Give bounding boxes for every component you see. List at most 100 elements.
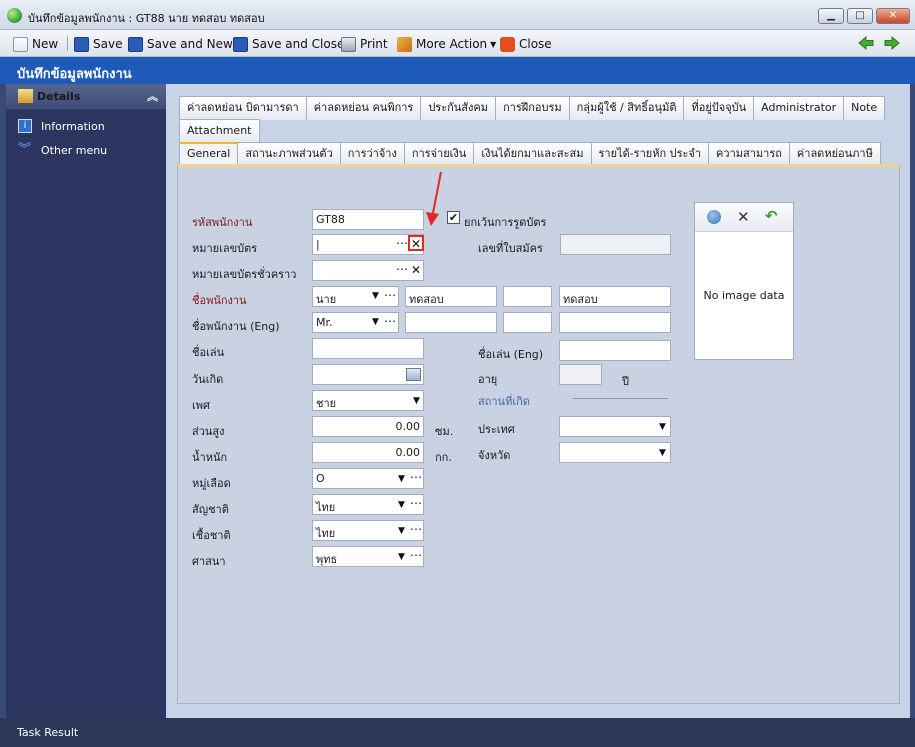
gender-select[interactable]: ชาย	[312, 390, 424, 411]
close-button[interactable]: Close	[500, 35, 552, 53]
religion-select[interactable]: พุทธ	[312, 546, 424, 567]
middle-name-eng-input[interactable]	[503, 312, 552, 333]
dropdown-arrow-icon[interactable]: ▼	[398, 500, 405, 510]
previous-record-icon[interactable]	[858, 36, 874, 50]
ellipsis-button[interactable]: ⋯	[384, 315, 396, 327]
ellipsis-button[interactable]: ⋯	[410, 471, 422, 483]
tab-disabled-deduction[interactable]: ค่าลดหย่อน คนพิการ	[305, 96, 422, 120]
collapse-icon[interactable]: ︽	[147, 88, 158, 104]
tab-note[interactable]: Note	[843, 96, 886, 120]
dropdown-arrow-icon[interactable]: ▼	[398, 474, 405, 484]
province-select[interactable]	[559, 442, 671, 463]
tab-training[interactable]: การฝึกอบรม	[495, 96, 570, 120]
print-button[interactable]: Print	[341, 35, 388, 53]
nationality-select[interactable]: ไทย	[312, 494, 424, 515]
ellipsis-button[interactable]: ⋯	[410, 549, 422, 561]
temp-card-label: หมายเลขบัตรชั่วคราว	[192, 268, 297, 281]
next-record-icon[interactable]	[884, 36, 900, 50]
save-and-new-button[interactable]: Save and New	[128, 35, 233, 53]
tab-current-address[interactable]: ที่อยู่ปัจจุบัน	[683, 96, 755, 120]
exempt-card-label: ยกเว้นการรูดบัตร	[464, 216, 547, 229]
nickname-eng-label: ชื่อเล่น (Eng)	[478, 348, 544, 361]
last-name-input[interactable]: ทดสอบ	[559, 286, 671, 307]
tab-administrator[interactable]: Administrator	[753, 96, 845, 120]
tab-user-groups[interactable]: กลุ่มผู้ใช้ / สิทธิ์อนุมัติ	[568, 96, 685, 120]
first-name-input[interactable]: ทดสอบ	[405, 286, 497, 307]
dropdown-arrow-icon[interactable]: ▼	[398, 526, 405, 536]
tab-attachment[interactable]: Attachment	[179, 119, 260, 143]
clear-icon[interactable]: ✕	[411, 264, 421, 276]
sidebar: Details ︽ i Information ︾ Other menu	[6, 84, 166, 718]
nickname-eng-input[interactable]	[559, 340, 671, 361]
height-input[interactable]: 0.00	[312, 416, 424, 437]
weight-input[interactable]: 0.00	[312, 442, 424, 463]
name-label: ชื่อพนักงาน	[192, 294, 247, 307]
blood-select[interactable]: O	[312, 468, 424, 489]
minimize-button[interactable]: ▁	[818, 8, 844, 24]
add-photo-icon[interactable]	[707, 210, 721, 224]
tab-recurring-income[interactable]: รายได้-รายหัก ประจำ	[590, 142, 710, 166]
ellipsis-button[interactable]: ⋯	[384, 289, 396, 301]
new-button[interactable]: New	[13, 35, 58, 53]
printer-icon	[341, 36, 356, 52]
birthplace-label: สถานที่เกิด	[478, 395, 530, 408]
last-name-eng-input[interactable]	[559, 312, 671, 333]
double-chevron-down-icon: ︾	[18, 142, 32, 157]
task-result-label[interactable]: Task Result	[17, 726, 78, 739]
calendar-icon[interactable]	[406, 368, 421, 381]
country-label: ประเทศ	[478, 423, 515, 436]
window-titlebar: บันทึกข้อมูลพนักงาน : GT88 นาย ทดสอบ ทดส…	[0, 0, 915, 30]
application-no-input[interactable]	[560, 234, 671, 255]
tab-skills[interactable]: ความสามารถ	[708, 142, 790, 166]
name-eng-label: ชื่อพนักงาน (Eng)	[192, 320, 280, 333]
delete-photo-icon[interactable]: ✕	[737, 208, 750, 226]
close-window-button[interactable]: ✕	[876, 8, 910, 24]
first-name-eng-input[interactable]	[405, 312, 497, 333]
race-select[interactable]: ไทย	[312, 520, 424, 541]
tab-row-1: ค่าลดหย่อน บิดามารดา ค่าลดหย่อน คนพิการ …	[179, 96, 886, 120]
tab-employment[interactable]: การว่าจ้าง	[339, 142, 405, 166]
save-and-close-button[interactable]: Save and Close	[233, 35, 344, 53]
age-input[interactable]	[559, 364, 602, 385]
employee-code-input[interactable]: GT88	[312, 209, 424, 230]
middle-name-input[interactable]	[503, 286, 552, 307]
tab-tax-deduction[interactable]: ค่าลดหย่อนภาษี	[788, 142, 881, 166]
floppy-disk-icon	[74, 36, 89, 52]
province-label: จังหวัด	[478, 449, 511, 462]
application-no-label: เลขที่ใบสมัคร	[478, 242, 543, 255]
ellipsis-button[interactable]: ⋯	[396, 263, 408, 275]
toolbar: New Save Save and New Save and Close Pri…	[0, 30, 915, 57]
save-button[interactable]: Save	[74, 35, 122, 53]
app-icon	[7, 8, 22, 23]
race-label: เชื้อชาติ	[192, 529, 231, 542]
tab-payment[interactable]: การจ่ายเงิน	[403, 142, 475, 166]
sidebar-item-information[interactable]: i Information	[18, 118, 105, 134]
highlight-box	[408, 235, 424, 251]
undo-icon[interactable]: ↶	[765, 207, 778, 225]
save-label: Save	[93, 37, 123, 51]
more-action-button[interactable]: More Action ▼	[397, 35, 496, 53]
blood-label: หมู่เลือด	[192, 477, 231, 490]
dropdown-arrow-icon[interactable]: ▼	[398, 552, 405, 562]
ellipsis-button[interactable]: ⋯	[410, 497, 422, 509]
dropdown-arrow-icon[interactable]: ▼	[659, 422, 666, 432]
tab-personal-status[interactable]: สถานะภาพส่วนตัว	[237, 142, 341, 166]
ellipsis-button[interactable]: ⋯	[396, 237, 408, 249]
sidebar-item-other-menu[interactable]: ︾ Other menu	[18, 142, 107, 158]
dropdown-arrow-icon[interactable]: ▼	[372, 317, 379, 327]
nickname-input[interactable]	[312, 338, 424, 359]
dropdown-arrow-icon[interactable]: ▼	[659, 448, 666, 458]
weight-label: น้ำหนัก	[192, 451, 228, 464]
tab-accumulated-income[interactable]: เงินได้ยกมาและสะสม	[473, 142, 592, 166]
country-select[interactable]	[559, 416, 671, 437]
tab-social-security[interactable]: ประกันสังคม	[420, 96, 497, 120]
dropdown-arrow-icon[interactable]: ▼	[413, 396, 420, 406]
sidebar-header[interactable]: Details ︽	[6, 84, 166, 109]
save-and-new-label: Save and New	[147, 37, 233, 51]
dropdown-arrow-icon[interactable]: ▼	[372, 291, 379, 301]
tab-parent-deduction[interactable]: ค่าลดหย่อน บิดามารดา	[179, 96, 307, 120]
card-no-label: หมายเลขบัตร	[192, 242, 258, 255]
maximize-button[interactable]: □	[847, 8, 873, 24]
tab-general[interactable]: General	[179, 142, 239, 166]
ellipsis-button[interactable]: ⋯	[410, 523, 422, 535]
